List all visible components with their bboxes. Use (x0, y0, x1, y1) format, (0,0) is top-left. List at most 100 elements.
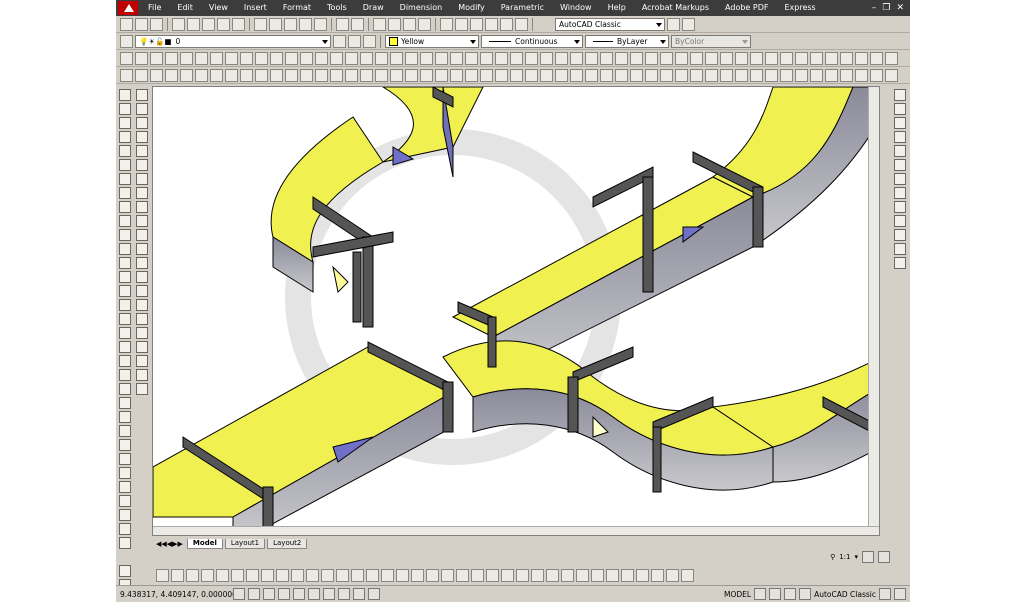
dimension-tool-13-icon[interactable] (894, 257, 906, 269)
workspace-settings-icon[interactable] (667, 17, 680, 31)
tool-row2-19-icon[interactable] (390, 68, 403, 82)
draw-tool-31-icon[interactable] (118, 509, 131, 521)
draw-tool-20-icon[interactable] (118, 355, 131, 367)
menu-adobe-pdf[interactable]: Adobe PDF (719, 0, 778, 16)
tool-row1-34-icon[interactable] (615, 51, 628, 65)
layer-state-icon[interactable] (363, 34, 376, 48)
plotstyle-dropdown[interactable]: ByColor (671, 34, 751, 48)
design-center-icon[interactable] (455, 17, 468, 31)
bottom-tool-1-icon[interactable] (156, 568, 169, 582)
draw-tool-9-icon[interactable] (118, 201, 131, 213)
tool-row1-2-icon[interactable] (135, 51, 148, 65)
tool-row1-40-icon[interactable] (705, 51, 718, 65)
tool-row2-1-icon[interactable] (120, 68, 133, 82)
draw-tool-3-icon[interactable] (118, 117, 131, 129)
bottom-tool-22-icon[interactable] (471, 568, 484, 582)
tool-row1-52-icon[interactable] (885, 51, 898, 65)
draw-tool-29-icon[interactable] (118, 481, 131, 493)
bottom-tool-14-icon[interactable] (351, 568, 364, 582)
tool-row2-3-icon[interactable] (150, 68, 163, 82)
tool-row1-26-icon[interactable] (495, 51, 508, 65)
tool-row1-18-icon[interactable] (375, 51, 388, 65)
bottom-tool-11-icon[interactable] (306, 568, 319, 582)
tool-row1-39-icon[interactable] (690, 51, 703, 65)
bottom-tool-13-icon[interactable] (336, 568, 349, 582)
modify-tool-12-icon[interactable] (136, 243, 148, 255)
tab-model[interactable]: Model (186, 538, 223, 549)
tool-row1-10-icon[interactable] (255, 51, 268, 65)
tool-row1-51-icon[interactable] (870, 51, 883, 65)
drawing-canvas[interactable] (152, 86, 880, 536)
restore-icon[interactable]: ❐ (882, 3, 890, 13)
tool-row1-30-icon[interactable] (555, 51, 568, 65)
dyn-icon[interactable] (338, 588, 350, 600)
dimension-tool-6-icon[interactable] (894, 159, 906, 171)
tool-row1-24-icon[interactable] (465, 51, 478, 65)
draw-tool-32-icon[interactable] (118, 523, 131, 535)
bottom-tool-25-icon[interactable] (516, 568, 529, 582)
bottom-tool-26-icon[interactable] (531, 568, 544, 582)
tool-row2-52-icon[interactable] (885, 68, 898, 82)
tool-row2-24-icon[interactable] (465, 68, 478, 82)
dimension-tool-11-icon[interactable] (894, 229, 906, 241)
tool-row2-5-icon[interactable] (180, 68, 193, 82)
draw-tool-7-icon[interactable] (118, 173, 131, 185)
bottom-tool-4-icon[interactable] (201, 568, 214, 582)
menu-edit[interactable]: Edit (171, 0, 203, 16)
tool-row1-12-icon[interactable] (285, 51, 298, 65)
bottom-tool-9-icon[interactable] (276, 568, 289, 582)
tool-row1-19-icon[interactable] (390, 51, 403, 65)
copy-icon[interactable] (269, 17, 282, 31)
modify-tool-18-icon[interactable] (136, 327, 148, 339)
tool-row2-22-icon[interactable] (435, 68, 448, 82)
properties-icon[interactable] (440, 17, 453, 31)
modify-tool-15-icon[interactable] (136, 285, 148, 297)
tool-row2-2-icon[interactable] (135, 68, 148, 82)
bottom-tool-34-icon[interactable] (651, 568, 664, 582)
draw-tool-26-icon[interactable] (118, 439, 131, 451)
tool-palettes-icon[interactable] (470, 17, 483, 31)
draw-tool-18-icon[interactable] (118, 327, 131, 339)
tool-row1-14-icon[interactable] (315, 51, 328, 65)
bottom-tool-10-icon[interactable] (291, 568, 304, 582)
tool-row2-10-icon[interactable] (255, 68, 268, 82)
draw-tool-24-icon[interactable] (118, 411, 131, 423)
tool-row1-4-icon[interactable] (165, 51, 178, 65)
tool-row2-50-icon[interactable] (855, 68, 868, 82)
autocad-logo-icon[interactable] (118, 1, 138, 15)
3d-dwf-icon[interactable] (217, 17, 230, 31)
undo-icon[interactable] (336, 17, 349, 31)
tool-row2-46-icon[interactable] (795, 68, 808, 82)
vertical-scrollbar[interactable] (868, 87, 879, 535)
tool-row1-28-icon[interactable] (525, 51, 538, 65)
quick-view-layouts-icon[interactable] (754, 588, 767, 600)
draw-tool-19-icon[interactable] (118, 341, 131, 353)
sheet-set-icon[interactable] (485, 17, 498, 31)
tool-row1-9-icon[interactable] (240, 51, 253, 65)
draw-tool-10-icon[interactable] (118, 215, 131, 227)
tool-row2-6-icon[interactable] (195, 68, 208, 82)
workspace-toolbar-icon[interactable] (682, 17, 695, 31)
tool-row1-41-icon[interactable] (720, 51, 733, 65)
tool-row1-45-icon[interactable] (780, 51, 793, 65)
modify-tool-11-icon[interactable] (136, 229, 148, 241)
tool-row2-36-icon[interactable] (645, 68, 658, 82)
modify-tool-3-icon[interactable] (136, 117, 148, 129)
tool-row1-8-icon[interactable] (225, 51, 238, 65)
tool-row1-13-icon[interactable] (300, 51, 313, 65)
pan-icon[interactable] (373, 17, 386, 31)
modify-tool-5-icon[interactable] (136, 145, 148, 157)
tool-row1-32-icon[interactable] (585, 51, 598, 65)
tool-row2-26-icon[interactable] (495, 68, 508, 82)
modify-tool-22-icon[interactable] (136, 383, 148, 395)
modify-tool-13-icon[interactable] (136, 257, 148, 269)
clean-screen-icon[interactable] (894, 588, 906, 600)
draw-tool-35-icon[interactable] (118, 565, 131, 577)
menu-tools[interactable]: Tools (321, 0, 357, 16)
tool-row2-8-icon[interactable] (225, 68, 238, 82)
menu-dimension[interactable]: Dimension (394, 0, 453, 16)
draw-tool-30-icon[interactable] (118, 495, 131, 507)
bottom-tool-29-icon[interactable] (576, 568, 589, 582)
tool-row2-49-icon[interactable] (840, 68, 853, 82)
publish-icon[interactable] (202, 17, 215, 31)
